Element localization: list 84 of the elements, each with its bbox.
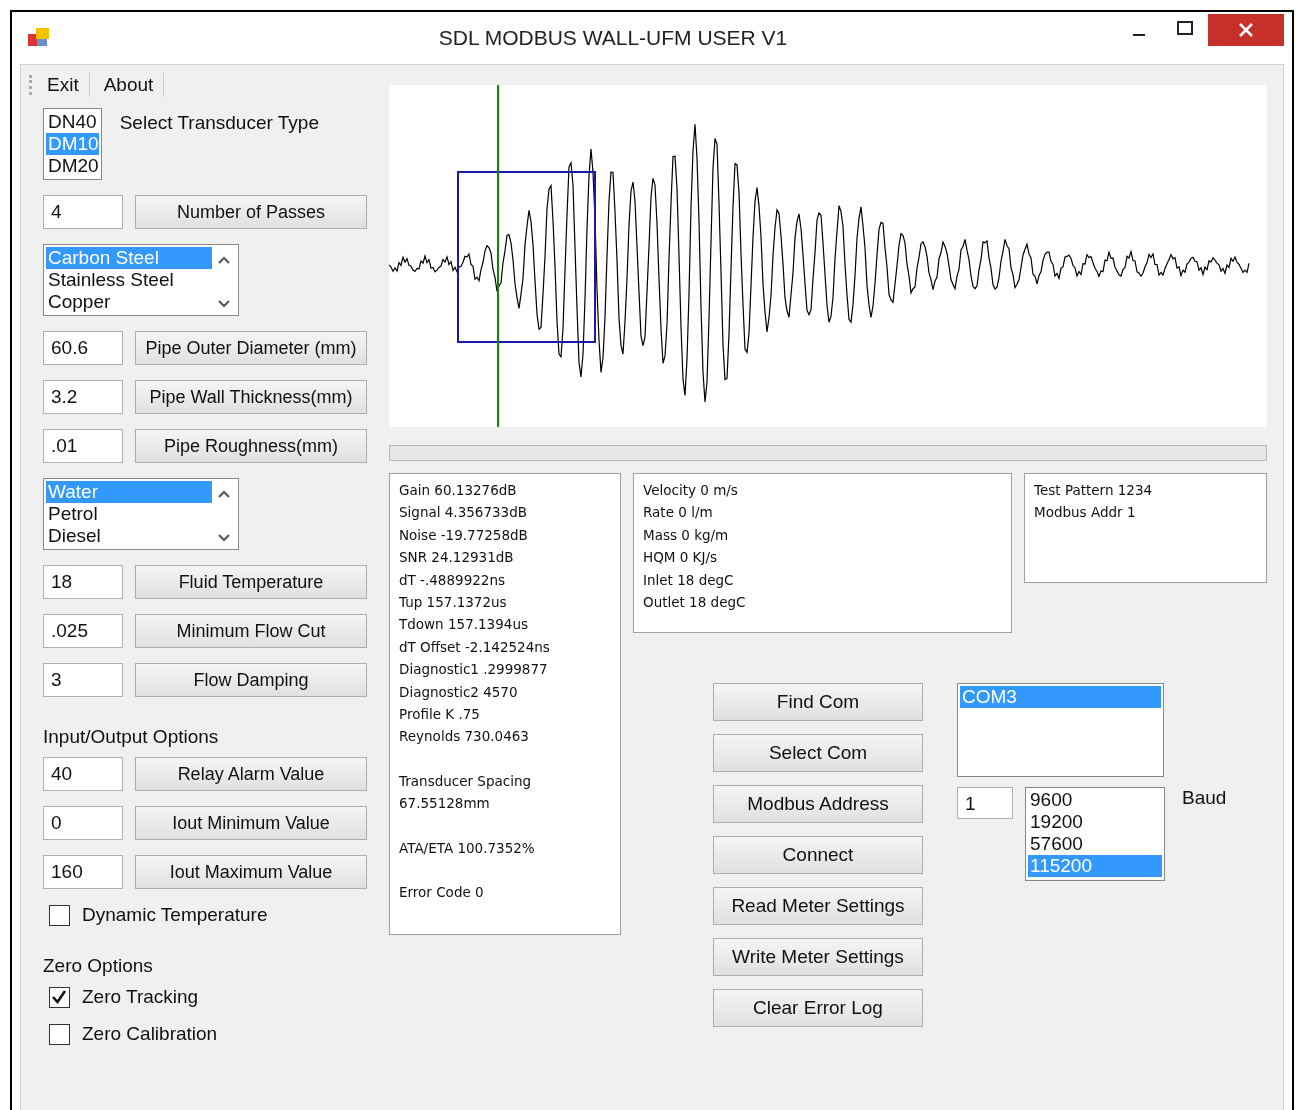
- set-button[interactable]: Flow Damping: [135, 663, 367, 697]
- readout-line: 67.55128mm: [399, 794, 491, 814]
- list-box[interactable]: DN40 DM10 DM20: [43, 108, 102, 180]
- readout-line: Velocity 0 m/s: [643, 481, 739, 500]
- readout-line: Noise -19.77258dB: [399, 525, 529, 545]
- section-label: Zero Options: [43, 955, 154, 977]
- checkbox-label: Dynamic Temperature: [82, 904, 268, 926]
- list-item[interactable]: Copper: [46, 291, 212, 313]
- readout-line: Diagnostic2 4570: [399, 682, 519, 702]
- checkbox[interactable]: [49, 1023, 70, 1045]
- set-button[interactable]: Iout Maximum Value: [135, 855, 367, 889]
- list-box[interactable]: 9600 19200 57600 115200: [1025, 787, 1165, 881]
- readout-line: Mass 0 kg/m: [643, 525, 730, 545]
- close-icon[interactable]: [1208, 14, 1284, 46]
- action-button[interactable]: Find Com: [713, 683, 923, 721]
- readout-line: Reynolds 730.0463: [399, 727, 530, 747]
- readout-line: Error Code 0: [399, 883, 485, 903]
- input-field[interactable]: .025: [43, 614, 123, 648]
- scroll-up-icon[interactable]: [217, 255, 231, 265]
- set-button[interactable]: Minimum Flow Cut: [135, 614, 367, 648]
- action-button[interactable]: Write Meter Settings: [713, 938, 923, 976]
- action-button[interactable]: Connect: [713, 836, 923, 874]
- input-field[interactable]: .01: [43, 429, 123, 463]
- list-item[interactable]: Diesel: [46, 525, 212, 547]
- field-label: Baud: [1182, 787, 1227, 809]
- scroll-down-icon[interactable]: [217, 533, 231, 543]
- section-label: Input/Output Options: [43, 726, 220, 748]
- checkbox[interactable]: [49, 904, 70, 926]
- readout-line: Tdown 157.1394us: [399, 615, 529, 635]
- readout-line: Transducer Spacing: [399, 771, 533, 791]
- list-item[interactable]: 9600: [1028, 789, 1162, 811]
- set-button[interactable]: Relay Alarm Value: [135, 757, 367, 791]
- input-field[interactable]: 0: [43, 806, 123, 840]
- readout-line: Inlet 18 degC: [643, 570, 735, 590]
- readout-line: dT -.4889922ns: [399, 570, 506, 590]
- list-item[interactable]: 57600: [1028, 833, 1162, 855]
- list-item[interactable]: Petrol: [46, 503, 212, 525]
- readout-line: Signal 4.356733dB: [399, 503, 528, 523]
- readout-line: Profile K .75: [399, 705, 481, 725]
- checkbox[interactable]: [49, 986, 70, 1008]
- list-box[interactable]: Water Petrol Diesel: [43, 478, 239, 550]
- input-field[interactable]: 1: [957, 787, 1013, 819]
- list-item[interactable]: DN40: [46, 111, 99, 133]
- set-button[interactable]: Pipe Outer Diameter (mm): [135, 331, 367, 365]
- action-button[interactable]: Read Meter Settings: [713, 887, 923, 925]
- set-button[interactable]: Pipe Roughness(mm): [135, 429, 367, 463]
- readout-line: Test Pattern 1234: [1034, 481, 1154, 500]
- readout-line: Rate 0 l/m: [643, 503, 714, 523]
- checkbox-label: Zero Calibration: [82, 1023, 218, 1045]
- input-field[interactable]: 160: [43, 855, 123, 889]
- set-button[interactable]: Number of Passes: [135, 195, 367, 229]
- window-title: SDL MODBUS WALL-UFM USER V1: [437, 26, 789, 50]
- readout-line: Outlet 18 degC: [643, 593, 747, 613]
- set-button[interactable]: Pipe Wall Thickness(mm): [135, 380, 367, 414]
- set-button[interactable]: Iout Minimum Value: [135, 806, 367, 840]
- set-button[interactable]: Fluid Temperature: [135, 565, 367, 599]
- list-box[interactable]: Carbon Steel Stainless Steel Copper: [43, 244, 239, 316]
- input-field[interactable]: 18: [43, 565, 123, 599]
- readout-line: Gain 60.13276dB: [399, 481, 518, 500]
- scroll-down-icon[interactable]: [217, 299, 231, 309]
- readout-line: Modbus Addr 1: [1034, 503, 1137, 523]
- input-field[interactable]: 3: [43, 663, 123, 697]
- readout-line: SNR 24.12931dB: [399, 548, 515, 568]
- app-icon: [28, 28, 50, 48]
- list-item[interactable]: 19200: [1028, 811, 1162, 833]
- scroll-up-icon[interactable]: [217, 489, 231, 499]
- action-button[interactable]: Clear Error Log: [713, 989, 923, 1027]
- input-field[interactable]: 60.6: [43, 331, 123, 365]
- readout-line: Tup 157.1372us: [399, 593, 508, 613]
- action-button[interactable]: Modbus Address: [713, 785, 923, 823]
- readout-line: ATA/ETA 100.7352%: [399, 838, 536, 858]
- menu-item[interactable]: About: [101, 74, 164, 96]
- list-item[interactable]: DM20: [46, 155, 99, 177]
- input-field[interactable]: 40: [43, 757, 123, 791]
- readout-line: Diagnostic1 .2999877: [399, 660, 549, 680]
- action-button[interactable]: Select Com: [713, 734, 923, 772]
- input-field[interactable]: 4: [43, 195, 123, 229]
- field-label: Select Transducer Type: [119, 112, 319, 134]
- readout-line: HQM 0 KJ/s: [643, 548, 718, 568]
- menu-item[interactable]: Exit: [45, 74, 89, 96]
- input-field[interactable]: 3.2: [43, 380, 123, 414]
- readout-line: dT Offset -2.142524ns: [399, 637, 551, 657]
- list-item[interactable]: Stainless Steel: [46, 269, 212, 291]
- checkbox-label: Zero Tracking: [82, 986, 199, 1008]
